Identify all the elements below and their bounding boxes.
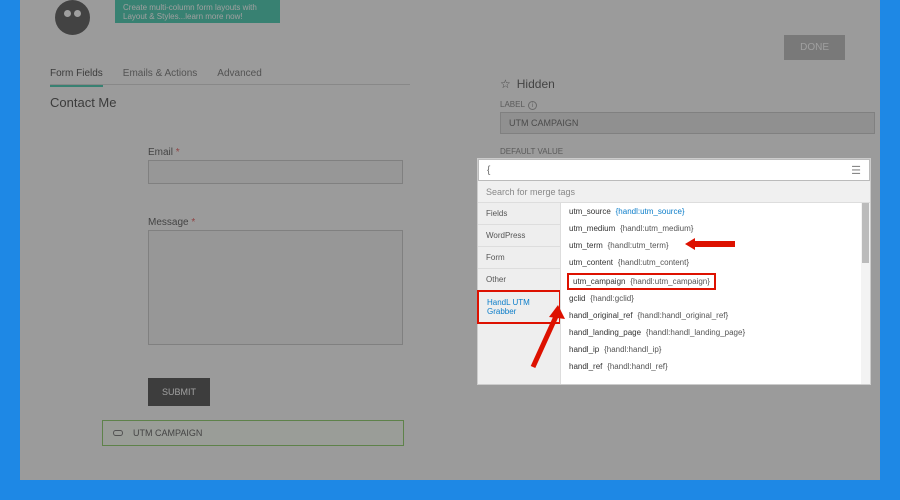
email-field[interactable] bbox=[148, 160, 403, 184]
merge-item-gclid[interactable]: gclid {handl:gclid} bbox=[561, 290, 870, 307]
merge-item-handl-landing-page[interactable]: handl_landing_page {handl:handl_landing_… bbox=[561, 324, 870, 341]
hidden-field-name: UTM CAMPAIGN bbox=[133, 428, 202, 438]
cat-wordpress[interactable]: WordPress bbox=[478, 225, 560, 247]
merge-item-handl-ref[interactable]: handl_ref {handl:handl_ref} bbox=[561, 358, 870, 375]
submit-button[interactable]: SUBMIT bbox=[148, 378, 210, 406]
merge-tag-list: utm_source {handl:utm_source} utm_medium… bbox=[560, 203, 870, 384]
scrollbar[interactable] bbox=[861, 203, 870, 384]
tab-divider bbox=[50, 84, 410, 85]
merge-item-utm-source[interactable]: utm_source {handl:utm_source} bbox=[561, 203, 870, 220]
merge-item-utm-content[interactable]: utm_content {handl:utm_content} bbox=[561, 254, 870, 271]
message-label: Message * bbox=[148, 217, 195, 228]
merge-tag-popup: { ☰ Search for merge tags Fields WordPre… bbox=[478, 159, 870, 384]
message-field[interactable] bbox=[148, 230, 403, 345]
default-value-input[interactable]: { ☰ bbox=[478, 159, 870, 181]
merge-item-utm-term[interactable]: utm_term {handl:utm_term} bbox=[561, 237, 870, 254]
merge-tag-icon[interactable]: ☰ bbox=[851, 164, 861, 177]
merge-search-input[interactable]: Search for merge tags bbox=[478, 181, 870, 203]
panel-heading: ☆ Hidden bbox=[500, 77, 555, 91]
cat-handl-utm-grabber[interactable]: HandL UTM Grabber bbox=[477, 290, 561, 324]
default-value-caption: DEFAULT VALUE bbox=[500, 147, 563, 156]
merge-item-handl-ip[interactable]: handl_ip {handl:handl_ip} bbox=[561, 341, 870, 358]
ninja-logo-icon bbox=[55, 0, 90, 35]
merge-item-utm-campaign[interactable]: utm_campaign {handl:utm_campaign} bbox=[567, 273, 716, 290]
hidden-icon bbox=[113, 430, 123, 436]
merge-item-utm-medium[interactable]: utm_medium {handl:utm_medium} bbox=[561, 220, 870, 237]
merge-item-handl-original-ref[interactable]: handl_original_ref {handl:handl_original… bbox=[561, 307, 870, 324]
cat-form[interactable]: Form bbox=[478, 247, 560, 269]
star-icon: ☆ bbox=[500, 77, 511, 91]
merge-category-list: Fields WordPress Form Other HandL UTM Gr… bbox=[478, 203, 560, 384]
cat-other[interactable]: Other bbox=[478, 269, 560, 291]
cat-fields[interactable]: Fields bbox=[478, 203, 560, 225]
info-icon[interactable]: i bbox=[528, 101, 537, 110]
label-caption: LABELi bbox=[500, 100, 537, 110]
form-title: Contact Me bbox=[50, 95, 116, 110]
label-input[interactable]: UTM CAMPAIGN bbox=[500, 112, 875, 134]
hidden-field-chip[interactable]: UTM CAMPAIGN bbox=[102, 420, 404, 446]
promo-tip[interactable]: Create multi-column form layouts with La… bbox=[115, 0, 280, 23]
email-label: Email * bbox=[148, 147, 180, 158]
done-button[interactable]: DONE bbox=[784, 35, 845, 60]
